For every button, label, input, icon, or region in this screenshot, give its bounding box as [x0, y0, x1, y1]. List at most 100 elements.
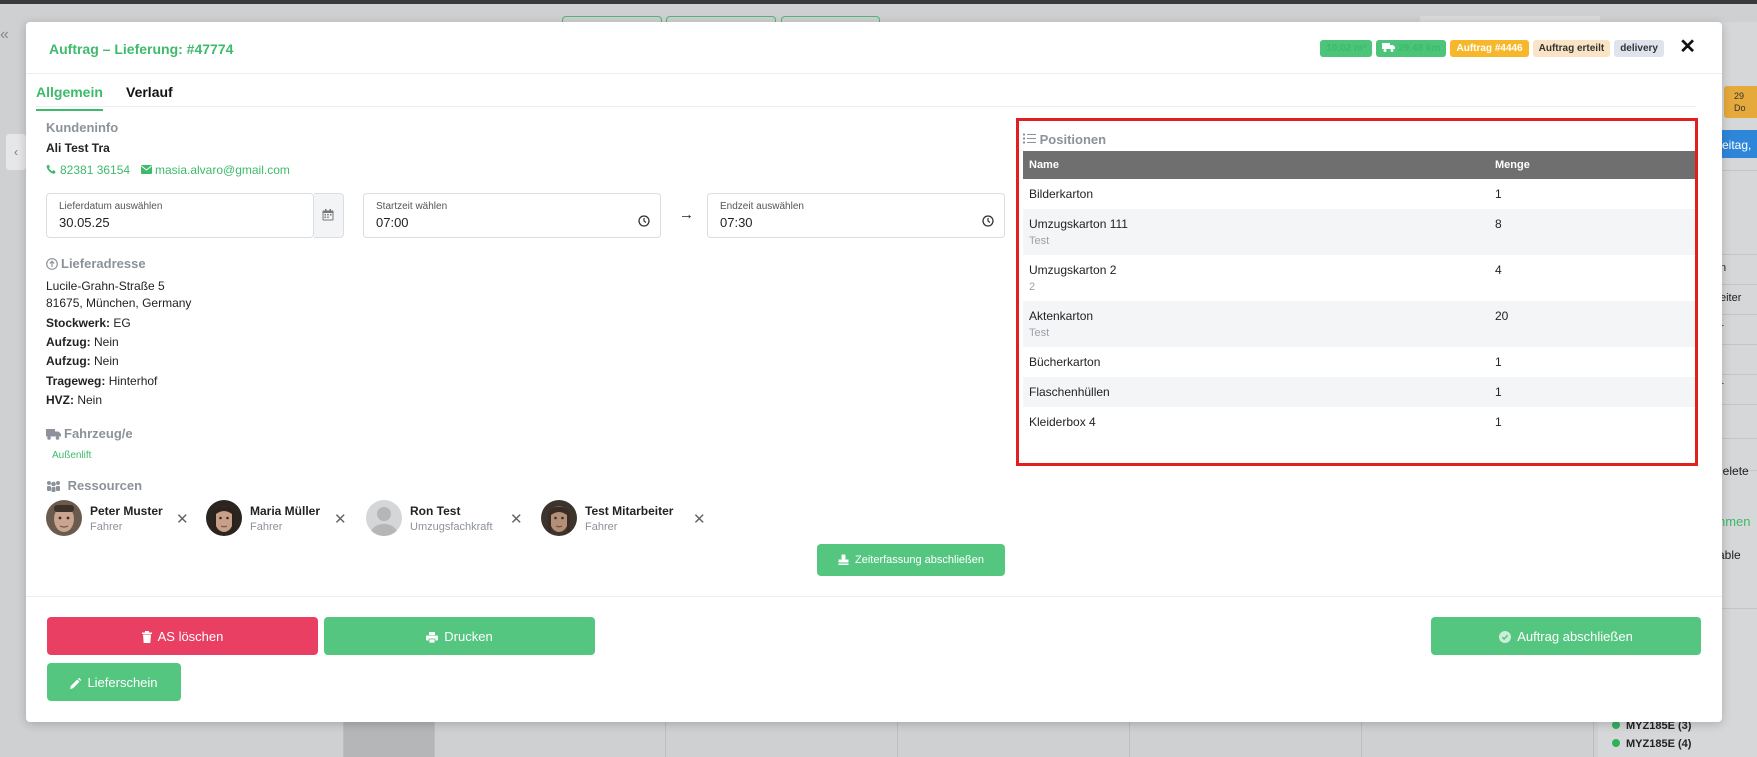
table-row: Kleiderbox 4 1: [1023, 407, 1695, 437]
position-cell: Aktenkarton Test: [1023, 301, 1489, 347]
address-detail: Aufzug: Nein: [46, 354, 119, 368]
resource-role: Fahrer: [90, 521, 123, 533]
position-quantity: 4: [1495, 263, 1502, 277]
position-note: 2: [1029, 281, 1036, 293]
resource-name: Ron Test: [410, 504, 461, 518]
resource-role: Fahrer: [250, 521, 283, 533]
position-note: Test: [1029, 235, 1050, 247]
table-row: Bilderkarton 1: [1023, 179, 1695, 209]
check-circle-icon: [1499, 630, 1512, 643]
background-link: nmen: [1718, 514, 1751, 529]
delivery-date-label: Lieferdatum auswählen: [59, 201, 163, 212]
remove-icon[interactable]: ✕: [693, 510, 706, 528]
calendar-icon: [322, 209, 334, 221]
position-quantity: 20: [1489, 301, 1695, 347]
list-icon: [1023, 133, 1036, 144]
remove-icon[interactable]: ✕: [510, 510, 523, 528]
delivery-note-button[interactable]: Lieferschein: [47, 663, 181, 701]
resource-role: Umzugsfachkraft: [410, 521, 493, 533]
customer-phone[interactable]: 82381 36154: [46, 163, 130, 177]
avatar: [541, 500, 577, 536]
position-quantity: 1: [1495, 415, 1502, 429]
envelope-icon: [141, 165, 152, 174]
position-quantity: 1: [1489, 377, 1695, 407]
resource-role: Fahrer: [585, 521, 618, 533]
position-quantity: 1: [1495, 187, 1502, 201]
pencil-icon: [70, 677, 82, 689]
position-name: Flaschenhüllen: [1023, 377, 1489, 407]
background-text: eiter: [1720, 292, 1742, 304]
volume-badge: 10.02 m³: [1320, 40, 1373, 57]
complete-order-button[interactable]: Auftrag abschließen: [1431, 617, 1701, 655]
position-quantity: 1: [1495, 355, 1502, 369]
customer-name: Ali Test Tra: [46, 141, 110, 155]
phone-icon: [46, 164, 56, 174]
background-event: 29 Do: [1724, 86, 1757, 118]
vehicle-item: MYZ185E (4): [1612, 738, 1691, 750]
delivery-address-heading: Lieferadresse: [46, 256, 146, 271]
start-time-value[interactable]: 07:00: [376, 215, 409, 230]
table-header-row: Name Menge: [1023, 151, 1695, 179]
order-modal: Auftrag – Lieferung: #47774 10.02 m³ 29.…: [26, 22, 1722, 722]
background-calendar: [0, 722, 1600, 757]
avatar: [366, 500, 402, 536]
delivery-date-field[interactable]: Lieferdatum auswählen 30.05.25: [46, 193, 314, 238]
trash-icon: [141, 630, 152, 643]
delete-button[interactable]: AS löschen: [47, 617, 318, 655]
resource-name: Test Mitarbeiter: [585, 504, 674, 518]
position-cell: Umzugskarton 111 Test: [1023, 209, 1489, 255]
column-header-quantity: Menge: [1489, 151, 1695, 179]
address-detail: Aufzug: Nein: [46, 335, 119, 349]
avatar: [206, 500, 242, 536]
status-badge: Auftrag erteilt: [1532, 40, 1611, 57]
vehicles-heading: Fahrzeug/e: [46, 426, 133, 441]
delivery-date-value[interactable]: 30.05.25: [59, 215, 110, 230]
vehicle-tag: Außenlift: [52, 450, 92, 461]
calendar-button[interactable]: [314, 193, 344, 238]
clock-icon: [638, 215, 650, 227]
tab-bar: Allgemein Verlauf: [36, 74, 1696, 111]
complete-time-tracking-button[interactable]: Zeiterfassung abschließen: [817, 544, 1005, 576]
tab-allgemein[interactable]: Allgemein: [36, 84, 103, 111]
truck-icon: [1382, 43, 1396, 52]
position-name: Bilderkarton: [1029, 187, 1094, 201]
table-row: Umzugskarton 111 Test 8: [1023, 209, 1695, 255]
remove-icon[interactable]: ✕: [334, 510, 347, 528]
type-badge: delivery: [1614, 40, 1664, 57]
positions-panel: Positionen Name Menge Bilderkarton 1 Umz…: [1016, 118, 1698, 466]
remove-icon[interactable]: ✕: [176, 510, 189, 528]
top-bar: [0, 0, 1757, 4]
stamp-icon: [838, 554, 849, 565]
end-time-label: Endzeit auswählen: [720, 201, 804, 212]
modal-title: Auftrag – Lieferung: #47774: [49, 41, 234, 57]
address-detail: Stockwerk: EG: [46, 316, 131, 330]
customer-email[interactable]: masia.alvaro@gmail.com: [141, 163, 290, 177]
clock-icon: [982, 215, 994, 227]
arrow-right-icon: →: [679, 206, 694, 223]
tab-verlauf[interactable]: Verlauf: [126, 84, 173, 109]
position-note: Test: [1029, 327, 1050, 339]
print-button[interactable]: Drucken: [324, 617, 595, 655]
position-name: Bücherkarton: [1029, 355, 1101, 369]
position-cell: Umzugskarton 2 2: [1023, 255, 1489, 301]
start-time-label: Startzeit wählen: [376, 201, 448, 212]
footer-divider: [26, 596, 1722, 597]
address-street: Lucile-Grahn-Straße 5: [46, 279, 165, 293]
position-name: Aktenkarton: [1029, 309, 1094, 323]
collapse-left-button[interactable]: ‹: [6, 134, 26, 170]
avatar: [46, 500, 82, 536]
badge-group: 10.02 m³ 29.48 km Auftrag #4446 Auftrag …: [1320, 40, 1664, 57]
resources-heading: Ressourcen: [46, 478, 142, 493]
position-quantity: 8: [1489, 209, 1695, 255]
start-time-field[interactable]: Startzeit wählen 07:00: [363, 193, 661, 238]
chevron-double-left-icon[interactable]: «: [0, 26, 9, 44]
upload-icon: [46, 258, 58, 270]
address-detail: HVZ: Nein: [46, 393, 103, 407]
position-name: Umzugskarton 111: [1029, 217, 1128, 231]
end-time-value[interactable]: 07:30: [720, 215, 753, 230]
printer-icon: [426, 631, 439, 643]
end-time-field[interactable]: Endzeit auswählen 07:30: [707, 193, 1005, 238]
close-icon[interactable]: ✕: [1679, 37, 1696, 57]
column-header-name: Name: [1023, 151, 1489, 179]
position-name: Kleiderbox 4: [1029, 415, 1096, 429]
